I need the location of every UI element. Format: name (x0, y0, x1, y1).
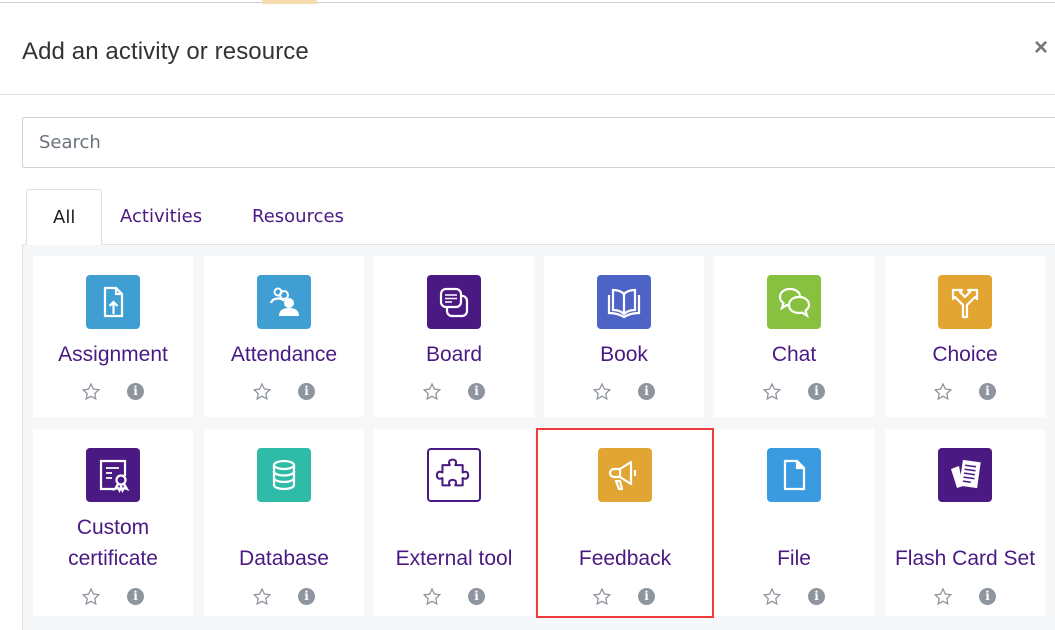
info-icon[interactable]: i (638, 383, 655, 400)
choice-icon (938, 275, 992, 329)
star-icon[interactable] (422, 382, 442, 402)
activity-label: Assignment (58, 343, 168, 366)
activity-card-choice[interactable]: Choice i (885, 256, 1045, 417)
info-icon[interactable]: i (127, 588, 144, 605)
certificate-icon (86, 448, 140, 502)
activity-card-attendance[interactable]: Attendance i (204, 256, 364, 417)
activity-card-assignment[interactable]: Assignment i (33, 256, 193, 417)
info-icon[interactable]: i (468, 383, 485, 400)
star-icon[interactable] (592, 382, 612, 402)
info-icon[interactable]: i (808, 383, 825, 400)
database-icon (257, 448, 311, 502)
tab-all[interactable]: All (26, 189, 103, 246)
background-page-edge (0, 0, 1055, 3)
tab-activities[interactable]: Activities (94, 189, 228, 245)
activity-card-flash-card-set[interactable]: Flash Card Set i (885, 429, 1045, 616)
info-icon[interactable]: i (979, 383, 996, 400)
star-icon[interactable] (762, 587, 782, 607)
star-icon[interactable] (252, 587, 272, 607)
tab-bar: All Activities Resources (22, 189, 1055, 246)
star-icon[interactable] (592, 587, 612, 607)
puzzle-icon (427, 448, 481, 502)
info-icon[interactable]: i (638, 588, 655, 605)
star-icon[interactable] (933, 382, 953, 402)
close-icon: × (1034, 34, 1049, 61)
close-button[interactable]: × (1034, 36, 1054, 60)
flashcards-icon (938, 448, 992, 502)
board-icon (427, 275, 481, 329)
activity-label: Book (600, 343, 648, 366)
activity-card-feedback[interactable]: Feedback i (536, 428, 714, 618)
info-icon[interactable]: i (298, 383, 315, 400)
megaphone-icon (598, 448, 652, 502)
activity-card-database[interactable]: Database i (204, 429, 364, 616)
activity-label-line2: certificate (68, 547, 158, 570)
activity-card-external-tool[interactable]: External tool i (374, 429, 534, 616)
modal-title: Add an activity or resource (22, 38, 309, 65)
activity-card-book[interactable]: Book i (544, 256, 704, 417)
star-icon[interactable] (933, 587, 953, 607)
assignment-icon (86, 275, 140, 329)
search-input[interactable] (22, 117, 1055, 168)
attendance-icon (257, 275, 311, 329)
info-icon[interactable]: i (468, 588, 485, 605)
activity-label: Attendance (230, 343, 338, 366)
activity-label: Choice (932, 343, 998, 366)
activity-label: Board (425, 343, 483, 366)
activity-card-board[interactable]: Board i (374, 256, 534, 417)
tab-resources[interactable]: Resources (226, 189, 370, 245)
activity-label: Feedback (578, 547, 672, 570)
star-icon[interactable] (81, 587, 101, 607)
activity-label: External tool (395, 547, 513, 570)
info-icon[interactable]: i (808, 588, 825, 605)
info-icon[interactable]: i (979, 588, 996, 605)
star-icon[interactable] (422, 587, 442, 607)
activity-card-custom-certificate[interactable]: Custom certificate i (33, 429, 193, 616)
star-icon[interactable] (81, 382, 101, 402)
activity-label: Flash Card Set (894, 547, 1036, 570)
chat-icon (767, 275, 821, 329)
info-icon[interactable]: i (127, 383, 144, 400)
info-icon[interactable]: i (298, 588, 315, 605)
star-icon[interactable] (762, 382, 782, 402)
modal-header: Add an activity or resource × (0, 4, 1055, 95)
star-icon[interactable] (252, 382, 272, 402)
activity-label: Chat (771, 343, 817, 366)
activity-label-line1: Custom (76, 516, 150, 539)
activity-card-chat[interactable]: Chat i (714, 256, 874, 417)
activity-label: File (777, 547, 811, 570)
activity-card-file[interactable]: File i (714, 429, 874, 616)
file-icon (767, 448, 821, 502)
activity-label: Database (239, 547, 329, 570)
book-icon (597, 275, 651, 329)
